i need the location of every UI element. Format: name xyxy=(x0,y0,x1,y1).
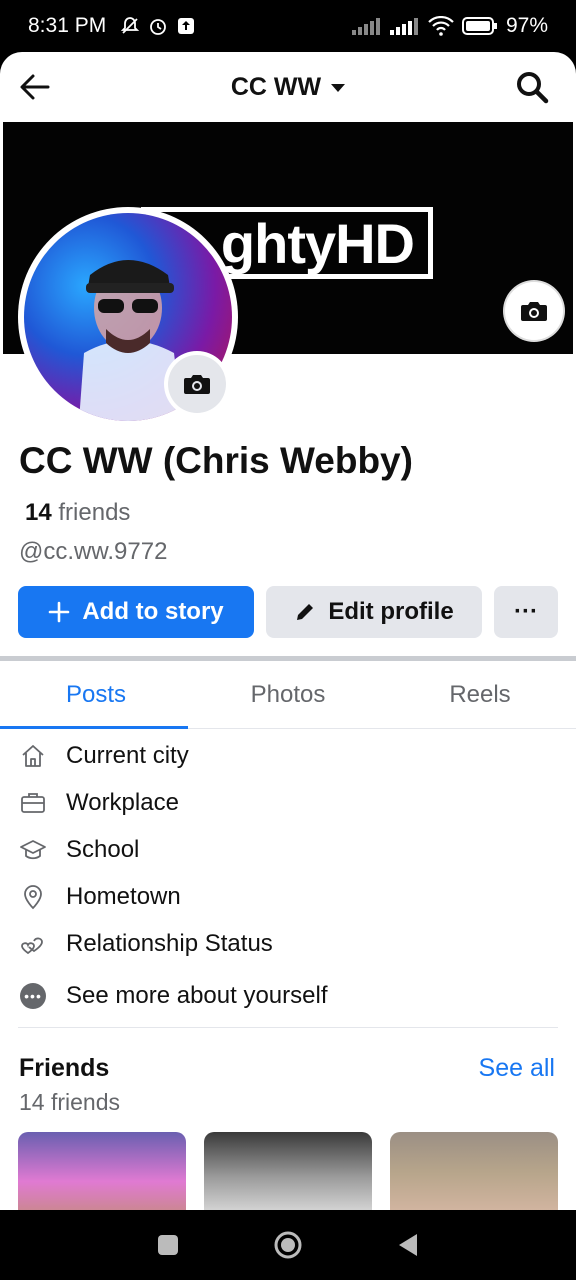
detail-school[interactable]: School xyxy=(0,826,576,873)
cover-camera-button[interactable] xyxy=(505,282,563,340)
profile-tabs: Posts Photos Reels xyxy=(0,661,576,729)
tab-reels[interactable]: Reels xyxy=(384,661,576,728)
detail-workplace[interactable]: Workplace xyxy=(0,779,576,826)
status-right: 97% xyxy=(351,14,548,38)
pencil-icon xyxy=(297,604,314,620)
back-triangle-icon[interactable] xyxy=(397,1232,419,1258)
location-pin-icon xyxy=(20,884,46,910)
home-icon xyxy=(20,743,46,769)
top-bar: CC WW xyxy=(0,52,576,122)
profile-name: CC WW (Chris Webby) xyxy=(19,440,413,481)
friend-thumbnail[interactable] xyxy=(390,1132,558,1210)
friend-thumbnail[interactable] xyxy=(204,1132,372,1210)
signal-icon xyxy=(389,18,418,35)
see-all-friends-link[interactable]: See all xyxy=(479,1054,555,1083)
friends-count-line[interactable]: 14 friends xyxy=(25,499,130,527)
friends-count: 14 xyxy=(25,499,52,526)
friends-section-title: Friends xyxy=(19,1054,110,1082)
more-options-button[interactable]: ··· xyxy=(494,586,558,638)
profile-page: CC WW ghtyHD CC WW (Chris Webby) 14 frie… xyxy=(0,52,576,1210)
detail-label: Hometown xyxy=(66,882,181,910)
detail-current-city[interactable]: Current city xyxy=(0,732,576,779)
add-to-story-button[interactable]: Add to story xyxy=(18,586,254,638)
detail-label: School xyxy=(66,835,140,863)
detail-label: Relationship Status xyxy=(66,929,273,957)
upload-icon xyxy=(178,18,195,34)
more-dots-icon: ••• xyxy=(20,983,46,1009)
plus-icon xyxy=(49,601,70,623)
friends-section-count: 14 friends xyxy=(19,1089,121,1115)
status-notification-icons xyxy=(120,16,196,36)
camera-icon xyxy=(184,375,210,394)
edit-profile-button[interactable]: Edit profile xyxy=(266,586,482,638)
graduation-cap-icon xyxy=(20,837,46,863)
status-time: 8:31 PM xyxy=(28,14,107,37)
intro-details: Current city Workplace School Hometown R… xyxy=(0,732,576,1025)
divider xyxy=(18,1027,558,1028)
detail-label: Workplace xyxy=(66,788,179,816)
detail-relationship-status[interactable]: Relationship Status xyxy=(0,920,576,967)
profile-switcher[interactable]: CC WW xyxy=(230,72,346,102)
friends-label: friends xyxy=(58,499,131,526)
hearts-icon xyxy=(20,931,46,957)
home-circle-icon[interactable] xyxy=(273,1230,303,1260)
alarm-icon xyxy=(150,19,167,35)
tab-posts[interactable]: Posts xyxy=(0,661,192,729)
tab-photos[interactable]: Photos xyxy=(192,661,384,728)
friend-thumbnail[interactable] xyxy=(18,1132,186,1210)
edit-profile-label: Edit profile xyxy=(328,598,454,625)
chevron-down-icon xyxy=(331,84,346,92)
mute-bell-icon xyxy=(121,17,140,34)
back-arrow-icon[interactable] xyxy=(18,70,52,104)
signal-icon xyxy=(351,18,380,35)
battery-percent: 97% xyxy=(505,14,548,37)
status-bar: 8:31 PM 97% xyxy=(0,0,576,52)
status-left: 8:31 PM xyxy=(28,14,196,38)
wifi-icon xyxy=(428,16,454,36)
detail-label: Current city xyxy=(66,741,189,769)
search-icon[interactable] xyxy=(514,69,550,105)
detail-label: See more about yourself xyxy=(66,982,328,1009)
battery-icon xyxy=(461,17,497,35)
detail-see-more[interactable]: ••• See more about yourself xyxy=(0,967,576,1025)
phone-screen: 8:31 PM 97% CC WW ghtyHD CC WW (Chris We… xyxy=(0,0,576,1280)
camera-icon xyxy=(521,302,547,321)
detail-hometown[interactable]: Hometown xyxy=(0,873,576,920)
system-nav-bar xyxy=(0,1210,576,1280)
recents-square-icon[interactable] xyxy=(157,1234,179,1256)
profile-camera-button[interactable] xyxy=(168,355,226,413)
username: @cc.ww.9772 xyxy=(19,538,168,565)
page-title: CC WW xyxy=(230,72,322,101)
add-to-story-label: Add to story xyxy=(82,598,224,625)
briefcase-icon xyxy=(20,790,46,816)
more-dots-icon: ··· xyxy=(514,598,538,625)
